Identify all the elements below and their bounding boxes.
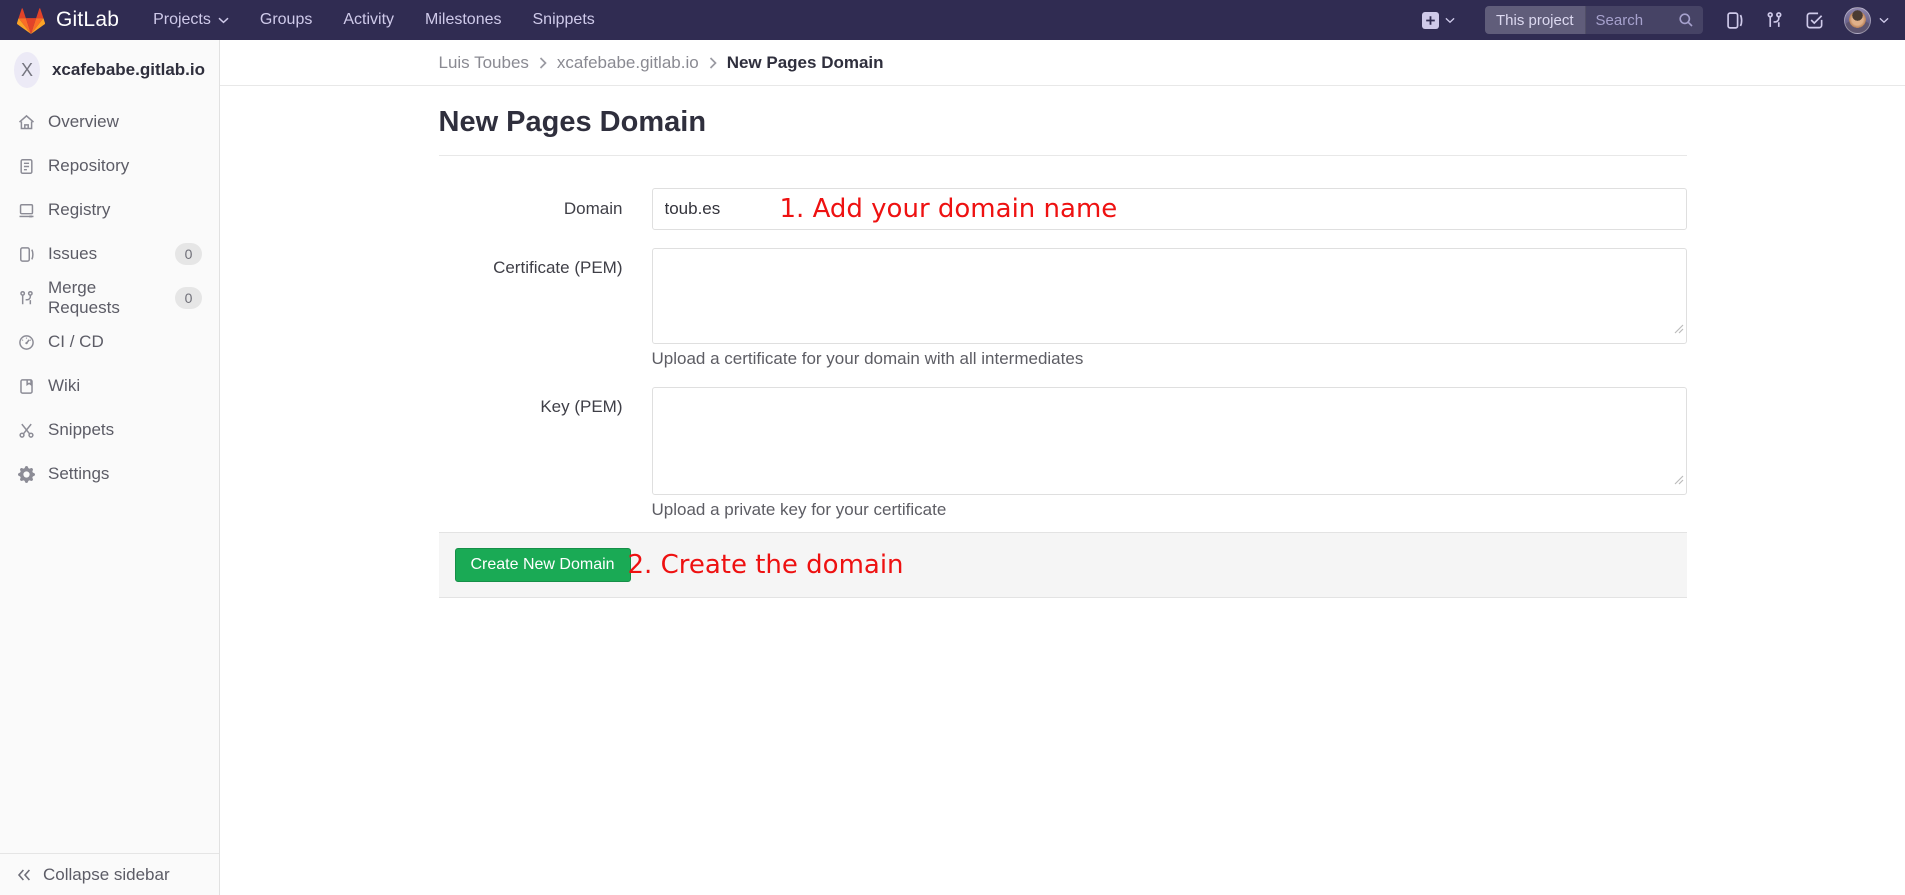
user-menu[interactable] [1844, 6, 1889, 34]
nav-item-activity[interactable]: Activity [343, 11, 394, 29]
domain-label: Domain [563, 199, 623, 218]
collapse-sidebar-button[interactable]: Collapse sidebar [0, 853, 219, 895]
certificate-textarea[interactable] [651, 248, 1687, 344]
sidebar-item-registry[interactable]: Registry [0, 188, 219, 232]
sidebar-item-wiki[interactable]: Wiki [0, 364, 219, 408]
double-chevron-left-icon [16, 868, 32, 882]
nav-item-milestones[interactable]: Milestones [425, 11, 501, 29]
main-content: Luis Toubes xcafebabe.gitlab.io New Page… [220, 40, 1905, 895]
key-textarea[interactable] [651, 387, 1687, 495]
new-menu-button[interactable] [1422, 11, 1455, 29]
gear-icon [18, 465, 35, 483]
breadcrumb-user[interactable]: Luis Toubes [439, 53, 529, 73]
breadcrumb-project[interactable]: xcafebabe.gitlab.io [557, 53, 699, 73]
search-icon[interactable] [1678, 12, 1694, 28]
nav-item-projects[interactable]: Projects [153, 11, 229, 29]
tanuki-icon [16, 6, 46, 35]
sidebar-item-ci-cd[interactable]: CI / CD [0, 320, 219, 364]
plus-menu-icon [1422, 11, 1439, 29]
create-new-domain-button[interactable]: Create New Domain [454, 548, 631, 582]
git-branch-icon [18, 290, 35, 307]
sidebar-item-repository[interactable]: Repository [0, 144, 219, 188]
sidebar-item-settings[interactable]: Settings [0, 452, 219, 496]
todos-icon[interactable] [1805, 11, 1824, 30]
nav-item-snippets[interactable]: Snippets [533, 11, 595, 29]
gauge-icon [18, 334, 35, 351]
gitlab-logo[interactable]: GitLab [16, 6, 119, 35]
sidebar-item-issues[interactable]: Issues 0 [0, 232, 219, 276]
key-label: Key (PEM) [540, 397, 623, 416]
navbar-action-icons [1725, 11, 1824, 30]
nav-item-groups[interactable]: Groups [260, 11, 312, 29]
breadcrumb-current: New Pages Domain [726, 52, 884, 72]
key-help-text: Upload a private key for your certificat… [651, 500, 947, 519]
breadcrumb: Luis Toubes xcafebabe.gitlab.io New Page… [220, 40, 1905, 86]
navbar-left: GitLab Projects Groups Activity Mileston… [16, 6, 595, 35]
book-icon [18, 378, 35, 395]
certificate-help-text: Upload a certificate for your domain wit… [651, 349, 1084, 368]
issues-icon[interactable] [1725, 11, 1744, 30]
chevron-right-icon [539, 56, 547, 69]
chevron-down-icon [218, 17, 229, 24]
user-avatar [1844, 6, 1871, 34]
search-input[interactable] [1585, 11, 1678, 29]
annotation-step-2: 2. Create the domain [627, 550, 904, 580]
sidebar-item-merge-requests[interactable]: Merge Requests 0 [0, 276, 219, 320]
scissors-icon [18, 422, 35, 439]
chevron-right-icon [709, 56, 717, 69]
search-scope-badge: This project [1485, 6, 1586, 34]
chevron-down-icon [1445, 17, 1455, 24]
navbar-menu: Projects Groups Activity Milestones Snip… [153, 11, 595, 29]
gitlab-app: GitLab Projects Groups Activity Mileston… [0, 0, 1905, 895]
logo-text: GitLab [56, 8, 120, 31]
certificate-label: Certificate (PEM) [493, 258, 623, 277]
merge-requests-count-badge: 0 [175, 287, 202, 309]
navbar-right: This project [1422, 6, 1889, 34]
sidebar-item-snippets[interactable]: Snippets [0, 408, 219, 452]
form-actions: Create New Domain 2. Create the domain [438, 532, 1687, 598]
project-name: xcafebabe.gitlab.io [51, 60, 205, 79]
project-header[interactable]: X xcafebabe.gitlab.io [0, 40, 219, 100]
project-avatar: X [14, 52, 40, 88]
domain-input[interactable] [651, 188, 1687, 230]
chevron-down-icon [1879, 17, 1889, 24]
new-pages-domain-form: Domain 1. Add your domain name Certifica… [438, 188, 1687, 598]
top-navbar: GitLab Projects Groups Activity Mileston… [0, 0, 1905, 40]
sidebar-item-overview[interactable]: Overview [0, 100, 219, 144]
monitor-icon [18, 202, 35, 219]
home-icon [18, 114, 35, 131]
issue-cards-icon [18, 246, 35, 263]
issues-count-badge: 0 [175, 243, 202, 265]
document-icon [18, 158, 35, 175]
search-bar: This project [1485, 6, 1703, 34]
merge-requests-icon[interactable] [1765, 11, 1784, 30]
project-sidebar: X xcafebabe.gitlab.io Overview Repositor… [0, 40, 220, 895]
sidebar-menu: Overview Repository Registry Issues 0 Me… [0, 100, 219, 496]
page-title: New Pages Domain [438, 86, 1687, 156]
